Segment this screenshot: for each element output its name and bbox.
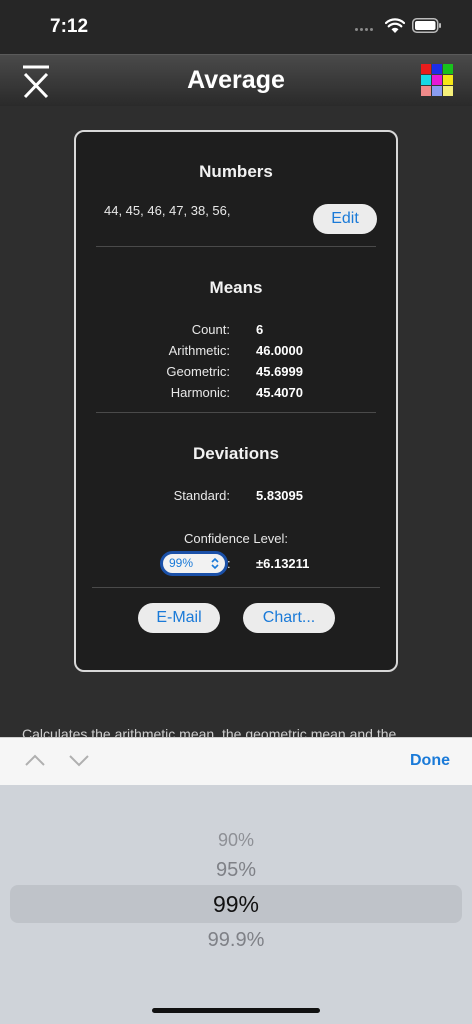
- confidence-selected-value: 99%: [169, 556, 194, 570]
- cellular-signal-icon: [355, 28, 377, 32]
- count-value: 6: [256, 322, 264, 337]
- grid-cell: [443, 75, 453, 85]
- confidence-level-label: Confidence Level:: [183, 531, 289, 546]
- picker-option[interactable]: 95%: [0, 859, 472, 882]
- standard-label: Standard:: [173, 488, 230, 503]
- harmonic-label: Harmonic:: [170, 385, 230, 400]
- divider: [96, 412, 376, 413]
- geometric-label: Geometric:: [166, 364, 230, 379]
- numbers-heading: Numbers: [199, 162, 273, 181]
- grid-cell: [421, 64, 431, 74]
- grid-cell: [432, 86, 442, 96]
- means-heading: Means: [209, 278, 263, 297]
- grid-cell: [421, 86, 431, 96]
- confidence-value: ±6.13211: [256, 556, 310, 571]
- color-grid-icon[interactable]: [421, 64, 455, 98]
- standard-value: 5.83095: [256, 488, 303, 503]
- divider: [92, 587, 380, 588]
- results-card: Numbers 44, 45, 46, 47, 38, 56, Edit Mea…: [74, 130, 398, 672]
- grid-cell: [443, 64, 453, 74]
- page-title: Average: [187, 66, 285, 94]
- chevron-down-icon[interactable]: [68, 752, 90, 768]
- email-button[interactable]: E-Mail: [138, 603, 220, 633]
- deviations-heading: Deviations: [193, 444, 279, 463]
- confidence-colon: :: [227, 556, 231, 571]
- geometric-value: 45.6999: [256, 364, 303, 379]
- count-label: Count:: [191, 322, 230, 337]
- arithmetic-label: Arithmetic:: [168, 343, 230, 358]
- input-accessory-toolbar: Done: [0, 737, 472, 785]
- wifi-icon: [385, 18, 405, 33]
- navigation-bar: Average: [0, 54, 472, 106]
- arithmetic-value: 46.0000: [256, 343, 303, 358]
- done-button[interactable]: Done: [410, 752, 450, 770]
- chevron-up-down-icon: [211, 557, 219, 570]
- status-time: 7:12: [50, 16, 89, 37]
- confidence-picker[interactable]: 90% 95% 99% 99.9%: [0, 785, 472, 1024]
- status-bar: 7:12: [0, 0, 472, 54]
- grid-cell: [432, 64, 442, 74]
- picker-option[interactable]: 99.9%: [0, 929, 472, 952]
- picker-option[interactable]: 90%: [0, 830, 472, 851]
- harmonic-value: 45.4070: [256, 385, 303, 400]
- grid-cell: [432, 75, 442, 85]
- home-indicator: [152, 1008, 320, 1013]
- chevron-up-icon[interactable]: [24, 752, 46, 768]
- grid-cell: [443, 86, 453, 96]
- numbers-list: 44, 45, 46, 47, 38, 56,: [104, 203, 231, 218]
- edit-button[interactable]: Edit: [313, 204, 377, 234]
- chart-button[interactable]: Chart...: [243, 603, 335, 633]
- battery-icon: [412, 18, 441, 33]
- picker-option-selected[interactable]: 99%: [0, 891, 472, 918]
- grid-cell: [421, 75, 431, 85]
- divider: [96, 246, 376, 247]
- confidence-level-select[interactable]: 99%: [160, 551, 228, 576]
